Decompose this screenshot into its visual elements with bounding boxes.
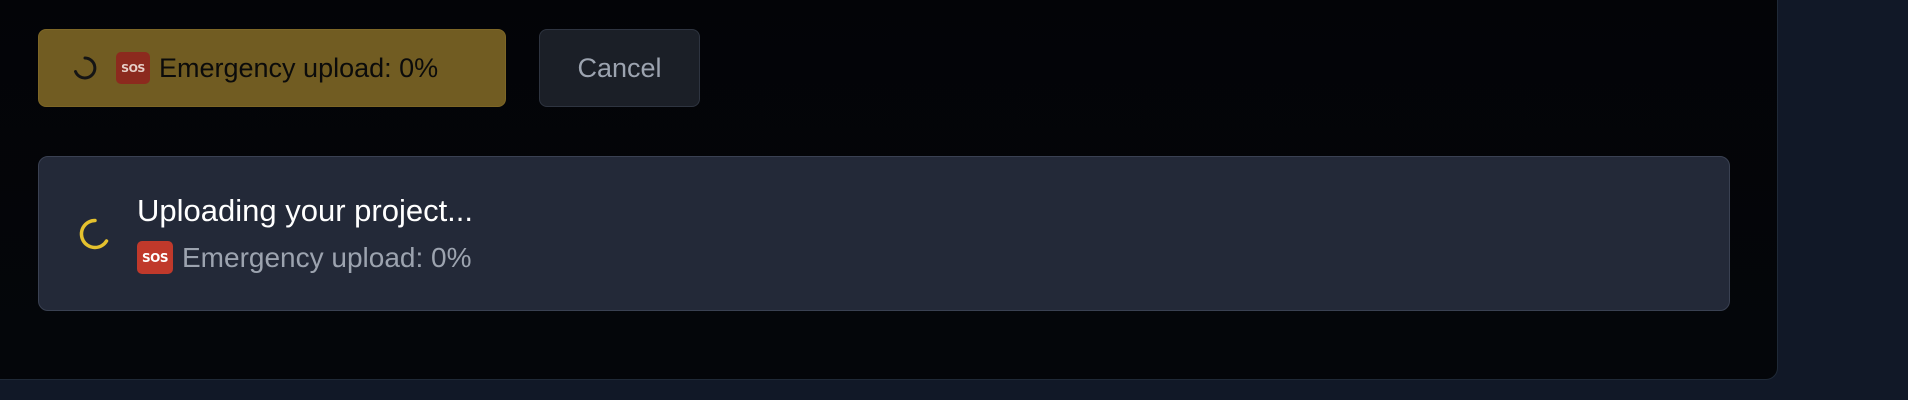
cancel-button[interactable]: Cancel (539, 29, 700, 107)
upload-button-label: Emergency upload: 0% (159, 52, 439, 83)
emergency-upload-button[interactable]: SOS Emergency upload: 0% (38, 29, 506, 107)
sos-icon: SOS (137, 241, 173, 274)
main-panel: SOS Emergency upload: 0% Cancel Uploadin… (0, 0, 1778, 380)
upload-status-card: Uploading your project... SOS Emergency … (38, 156, 1730, 311)
status-subtitle-label: Emergency upload: 0% (182, 241, 472, 273)
status-subtitle: SOS Emergency upload: 0% (137, 241, 472, 274)
sos-icon: SOS (116, 52, 150, 84)
spinner-icon (79, 218, 109, 250)
status-title: Uploading your project... (137, 193, 474, 228)
spinner-icon (74, 56, 97, 80)
